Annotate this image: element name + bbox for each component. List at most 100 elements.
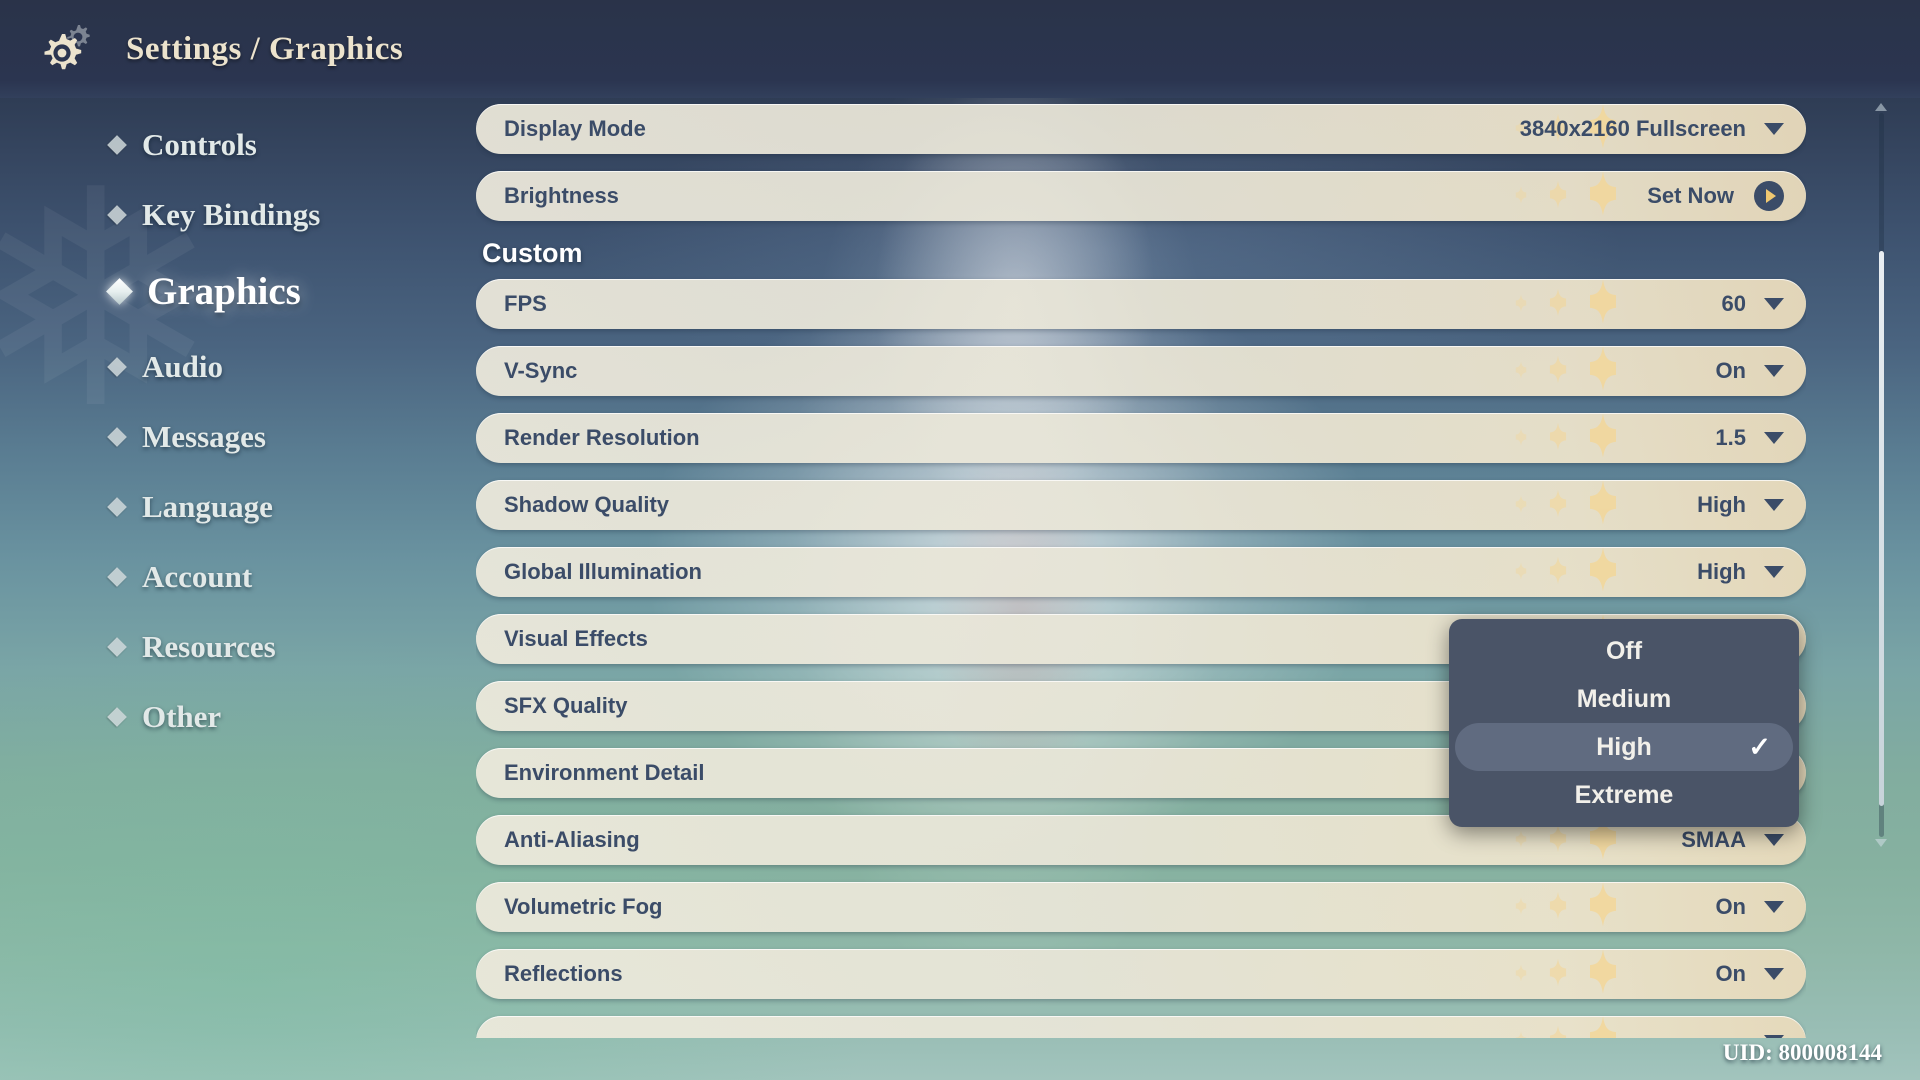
sparkle-icon (1580, 882, 1626, 932)
row-value: 1.5 (1715, 425, 1746, 450)
row-control[interactable]: Set Now (1647, 181, 1784, 211)
sidebar-item-label: Controls (142, 127, 257, 162)
sidebar-item-controls[interactable]: Controls (107, 110, 420, 180)
row-value: High (1697, 559, 1746, 584)
row-control[interactable]: SMAA (1681, 827, 1784, 853)
setting-row-reflections[interactable]: Reflections On (476, 949, 1806, 999)
sparkle-icon (1544, 958, 1573, 990)
chevron-down-icon[interactable] (1764, 499, 1784, 511)
row-value: SMAA (1681, 827, 1746, 852)
row-control[interactable] (1746, 1035, 1784, 1038)
sparkle-icon (1512, 562, 1530, 582)
scroll-up-arrow-icon[interactable] (1875, 103, 1887, 111)
sparkle-icon (1544, 288, 1573, 320)
sidebar-item-messages[interactable]: Messages (107, 402, 420, 472)
setting-row-v-sync[interactable]: V-Sync On (476, 346, 1806, 396)
sparkle-icon (1544, 180, 1573, 212)
chevron-down-icon[interactable] (1764, 298, 1784, 310)
row-control[interactable]: 3840x2160 Fullscreen (1520, 116, 1784, 142)
row-control[interactable]: High (1697, 492, 1784, 518)
sidebar-item-label: Resources (142, 629, 276, 664)
row-label: Display Mode (504, 116, 646, 141)
sidebar-item-language[interactable]: Language (107, 472, 420, 542)
page-title: Settings / Graphics (126, 30, 404, 67)
sidebar-item-label: Account (142, 559, 253, 594)
settings-scrollbar[interactable] (1875, 103, 1887, 847)
dropdown-option-extreme[interactable]: Extreme (1455, 771, 1793, 819)
chevron-down-icon[interactable] (1764, 123, 1784, 135)
setting-row-brightness[interactable]: Brightness Set Now (476, 171, 1806, 221)
chevron-down-icon[interactable] (1764, 1035, 1784, 1038)
sidebar-nav: Controls Key Bindings Graphics Audio Message… (0, 110, 420, 752)
sidebar-item-label: Language (142, 489, 273, 524)
dropdown-option-high[interactable]: High ✓ (1455, 723, 1793, 771)
dropdown-option-off[interactable]: Off (1455, 627, 1793, 675)
row-value: 3840x2160 Fullscreen (1519, 116, 1746, 141)
row-value: 60 (1721, 291, 1746, 316)
scrollbar-thumb[interactable] (1879, 251, 1884, 806)
diamond-bullet-icon (107, 567, 127, 587)
chevron-down-icon[interactable] (1764, 365, 1784, 377)
setting-row-row-11[interactable] (476, 1016, 1806, 1038)
row-label: Reflections (504, 961, 623, 986)
row-label: Global Illumination (504, 559, 702, 584)
row-value: On (1715, 358, 1746, 383)
sidebar-item-resources[interactable]: Resources (107, 612, 420, 682)
sidebar-item-label: Messages (142, 419, 266, 454)
uid-label: UID: 800008144 (1722, 1040, 1882, 1065)
sidebar-item-account[interactable]: Account (107, 542, 420, 612)
row-control[interactable]: On (1715, 894, 1784, 920)
quality-dropdown-menu[interactable]: Off Medium High ✓ Extreme (1449, 619, 1799, 827)
setting-row-render-resolution[interactable]: Render Resolution 1.5 (476, 413, 1806, 463)
chevron-down-icon[interactable] (1764, 968, 1784, 980)
sidebar-item-graphics[interactable]: Graphics (106, 250, 420, 332)
setting-row-volumetric-fog[interactable]: Volumetric Fog On (476, 882, 1806, 932)
sparkle-icon (1544, 355, 1573, 387)
row-label: Environment Detail (504, 760, 705, 785)
diamond-bullet-icon (107, 637, 127, 657)
sparkle-icon (1512, 361, 1530, 381)
sidebar-item-label: Graphics (147, 269, 301, 313)
sparkle-icon (1544, 556, 1573, 588)
sparkle-icon (1512, 1031, 1530, 1038)
dropdown-option-label: Medium (1576, 684, 1672, 713)
sparkle-icon (1544, 422, 1573, 454)
chevron-down-icon[interactable] (1764, 834, 1784, 846)
dropdown-option-medium[interactable]: Medium (1455, 675, 1793, 723)
row-control[interactable]: High (1697, 559, 1784, 585)
sidebar-item-key-bindings[interactable]: Key Bindings (107, 180, 420, 250)
sparkle-icon (1512, 186, 1530, 206)
sidebar-item-label: Other (142, 699, 222, 734)
sidebar-item-audio[interactable]: Audio (107, 332, 420, 402)
chevron-down-icon[interactable] (1764, 432, 1784, 444)
diamond-bullet-icon (106, 277, 133, 305)
setting-row-shadow-quality[interactable]: Shadow Quality High (476, 480, 1806, 530)
sidebar-item-other[interactable]: Other (107, 682, 420, 752)
chevron-right-icon[interactable] (1754, 181, 1784, 211)
row-value: On (1715, 961, 1746, 986)
sparkle-icon (1580, 1016, 1626, 1038)
scroll-down-arrow-icon[interactable] (1875, 839, 1887, 847)
chevron-down-icon[interactable] (1764, 901, 1784, 913)
setting-row-fps[interactable]: FPS 60 (476, 279, 1806, 329)
dropdown-option-label: High (1596, 732, 1652, 761)
sparkle-icon (1544, 1025, 1573, 1038)
sparkle-icon (1512, 428, 1530, 448)
row-label: Render Resolution (504, 425, 700, 450)
diamond-bullet-icon (107, 357, 127, 377)
row-control[interactable]: On (1715, 358, 1784, 384)
section-title-custom: Custom (482, 238, 583, 268)
setting-row-global-illumination[interactable]: Global Illumination High (476, 547, 1806, 597)
sparkle-icon (1580, 949, 1626, 999)
top-settings-group: Display Mode 3840x2160 Fullscreen Brightne… (476, 104, 1806, 221)
sparkle-icon (1544, 489, 1573, 521)
sparkle-icon (1580, 171, 1626, 221)
setting-row-display-mode[interactable]: Display Mode 3840x2160 Fullscreen (476, 104, 1806, 154)
sparkle-icon (1512, 830, 1530, 850)
row-control[interactable]: On (1715, 961, 1784, 987)
row-control[interactable]: 1.5 (1715, 425, 1784, 451)
chevron-down-icon[interactable] (1764, 566, 1784, 578)
row-control[interactable]: 60 (1722, 291, 1784, 317)
sidebar-item-label: Key Bindings (142, 197, 321, 232)
row-value: Set Now (1647, 183, 1734, 208)
